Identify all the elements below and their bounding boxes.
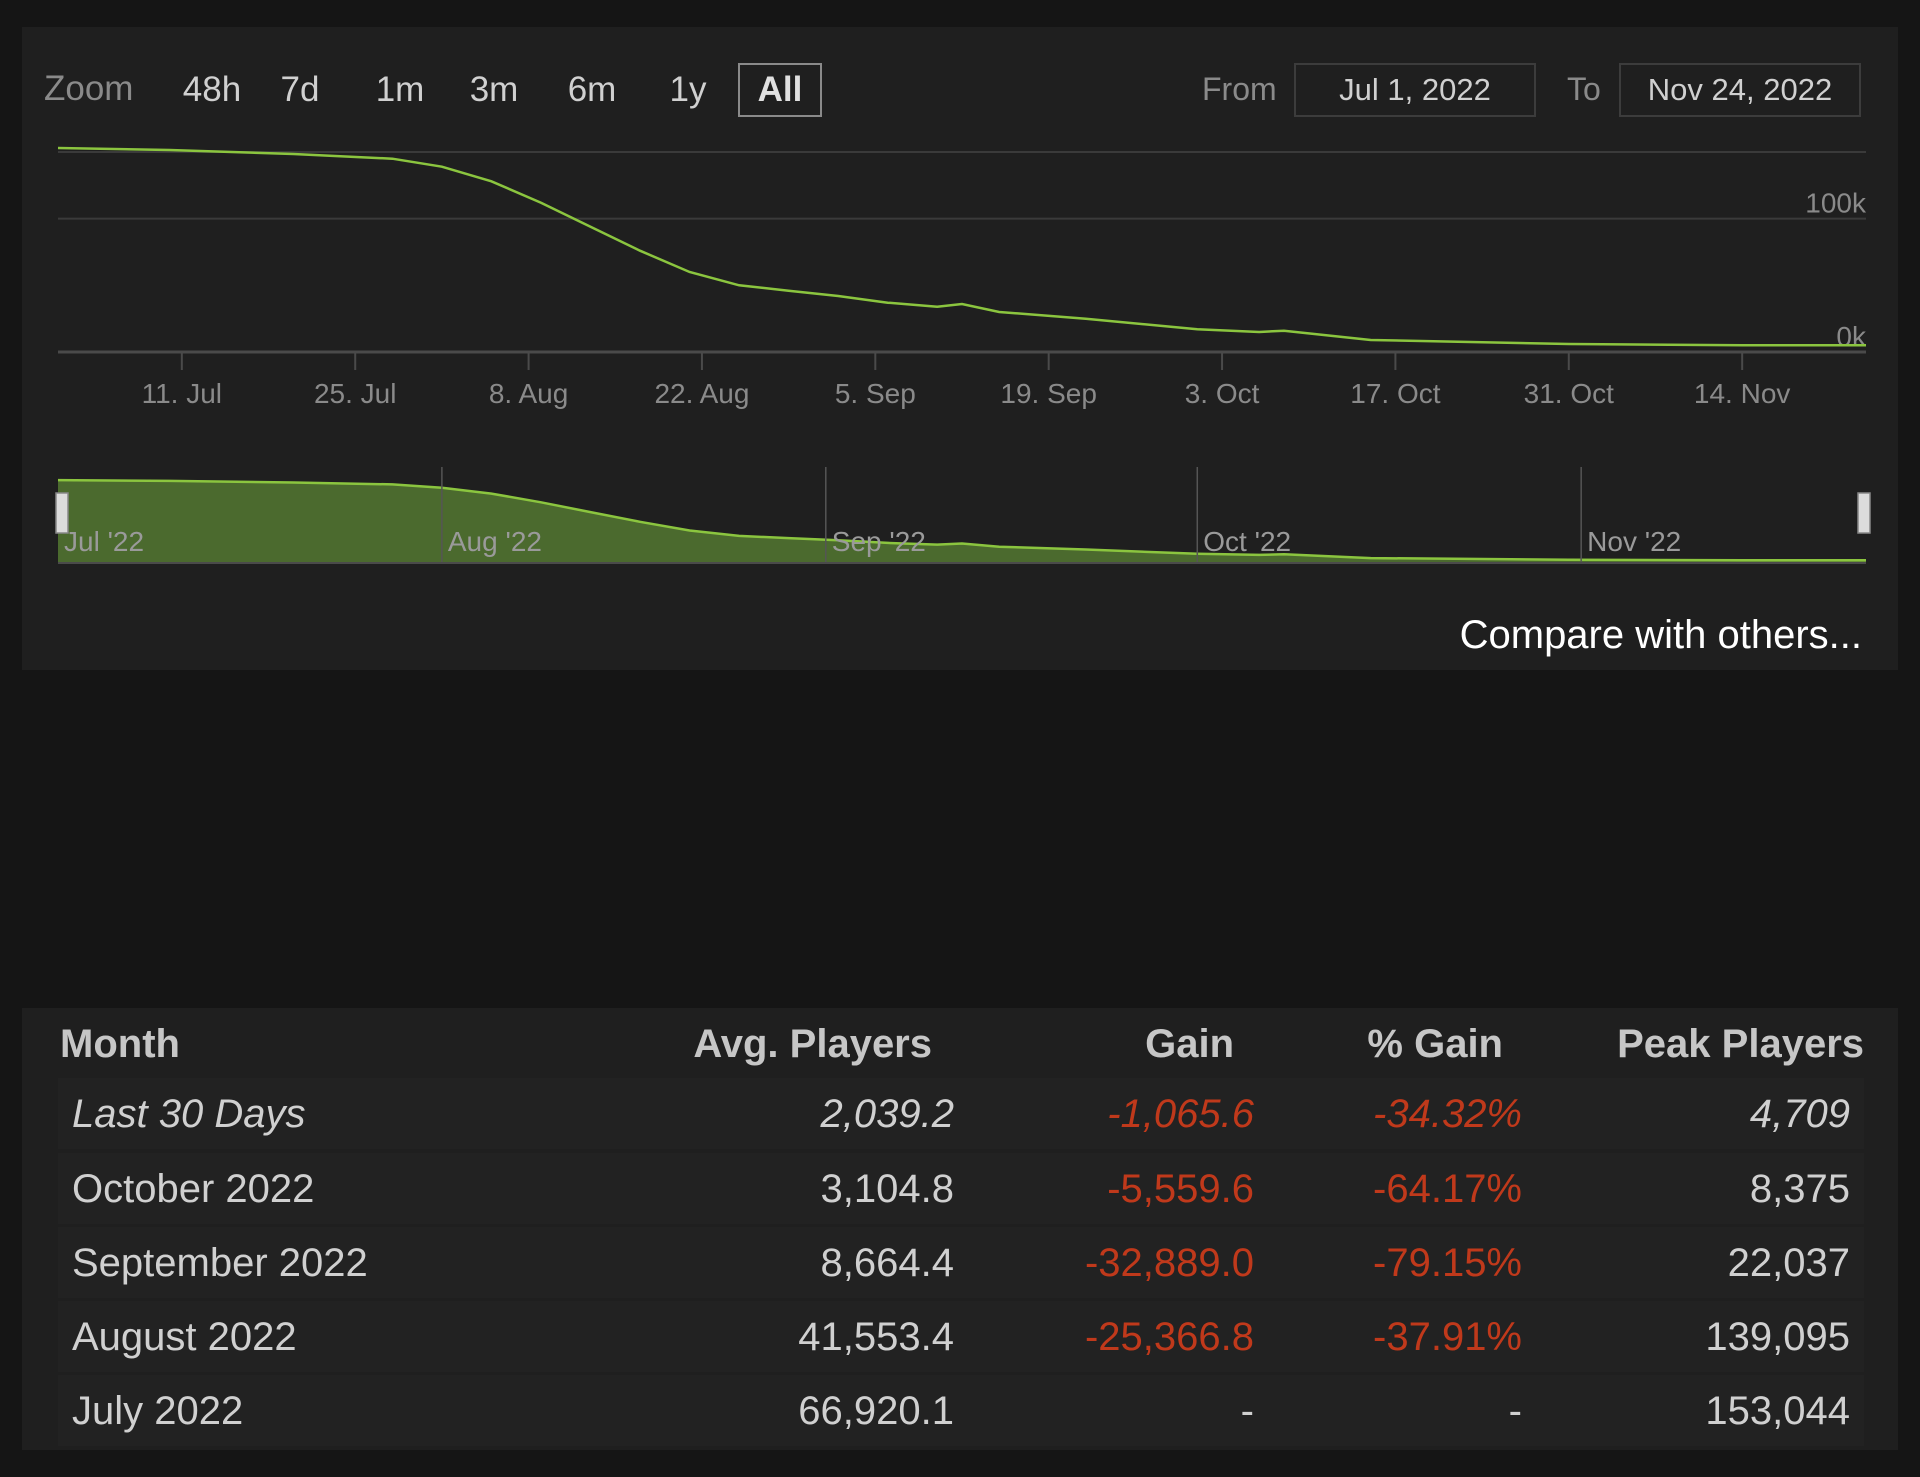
navigator-label: Sep '22 [832, 526, 926, 557]
cell-pct-gain: -64.17% [1373, 1167, 1522, 1211]
compare-link[interactable]: Compare with others... [1460, 613, 1862, 658]
cell-avg-players: 41,553.4 [798, 1315, 954, 1359]
chart-panel: Zoom 48h7d1m3m6m1yAll From To 0k100k11. … [22, 27, 1898, 670]
cell-pct-gain: -34.32% [1373, 1092, 1522, 1136]
cell-pct-gain: -37.91% [1373, 1315, 1522, 1359]
navigator-label: Oct '22 [1203, 526, 1291, 557]
cell-month: Last 30 Days [72, 1092, 306, 1136]
header-avg-players: Avg. Players [693, 1022, 932, 1066]
cell-avg-players: 66,920.1 [798, 1389, 954, 1433]
navigator-handle-left[interactable] [55, 492, 69, 534]
cell-month: August 2022 [72, 1315, 297, 1359]
table-row: Last 30 Days 2,039.2 -1,065.6 -34.32% 4,709 [58, 1078, 1864, 1149]
cell-avg-players: 2,039.2 [820, 1092, 954, 1136]
cell-avg-players: 3,104.8 [820, 1167, 954, 1211]
table-row: September 2022 8,664.4 -32,889.0 -79.15% 22,… [58, 1227, 1864, 1298]
header-peak-players: Peak Players [1617, 1022, 1864, 1066]
cell-pct-gain: -79.15% [1373, 1241, 1522, 1285]
cell-month: September 2022 [72, 1241, 368, 1285]
cell-gain: -1,065.6 [1107, 1092, 1254, 1136]
navigator-label: Nov '22 [1587, 526, 1681, 557]
cell-peak-players: 22,037 [1727, 1241, 1850, 1285]
cell-peak-players: 8,375 [1749, 1167, 1850, 1211]
header-pct-gain: % Gain [1367, 1022, 1503, 1066]
table-row: August 2022 41,553.4 -25,366.8 -37.91% 139,0… [58, 1301, 1864, 1372]
table-row: July 2022 66,920.1 - - 153,044 [58, 1375, 1864, 1446]
monthly-stats-table: Month Avg. Players Gain % Gain Peak Play… [22, 1008, 1898, 1450]
table-header: Month Avg. Players Gain % Gain Peak Play… [22, 1008, 1898, 1078]
navigator-label: Aug '22 [448, 526, 542, 557]
cell-peak-players: 153,044 [1705, 1389, 1850, 1433]
navigator-label: Jul '22 [64, 526, 144, 557]
cell-gain: - [1240, 1389, 1254, 1433]
cell-gain: -5,559.6 [1107, 1167, 1254, 1211]
cell-avg-players: 8,664.4 [820, 1241, 954, 1285]
header-month: Month [60, 1022, 180, 1066]
cell-month: July 2022 [72, 1389, 244, 1433]
cell-gain: -25,366.8 [1084, 1315, 1254, 1359]
navigator-handle-right[interactable] [1857, 492, 1871, 534]
cell-gain: -32,889.0 [1084, 1241, 1254, 1285]
cell-month: October 2022 [72, 1167, 315, 1211]
cell-peak-players: 139,095 [1705, 1315, 1850, 1359]
navigator-chart[interactable]: Jul '22 Aug '22 Sep '22 Oct '22 Nov '22 [22, 27, 1898, 587]
header-gain: Gain [1145, 1022, 1234, 1066]
cell-pct-gain: - [1508, 1389, 1522, 1433]
table-row: October 2022 3,104.8 -5,559.6 -64.17% 8,375 [58, 1153, 1864, 1224]
cell-peak-players: 4,709 [1749, 1092, 1850, 1136]
